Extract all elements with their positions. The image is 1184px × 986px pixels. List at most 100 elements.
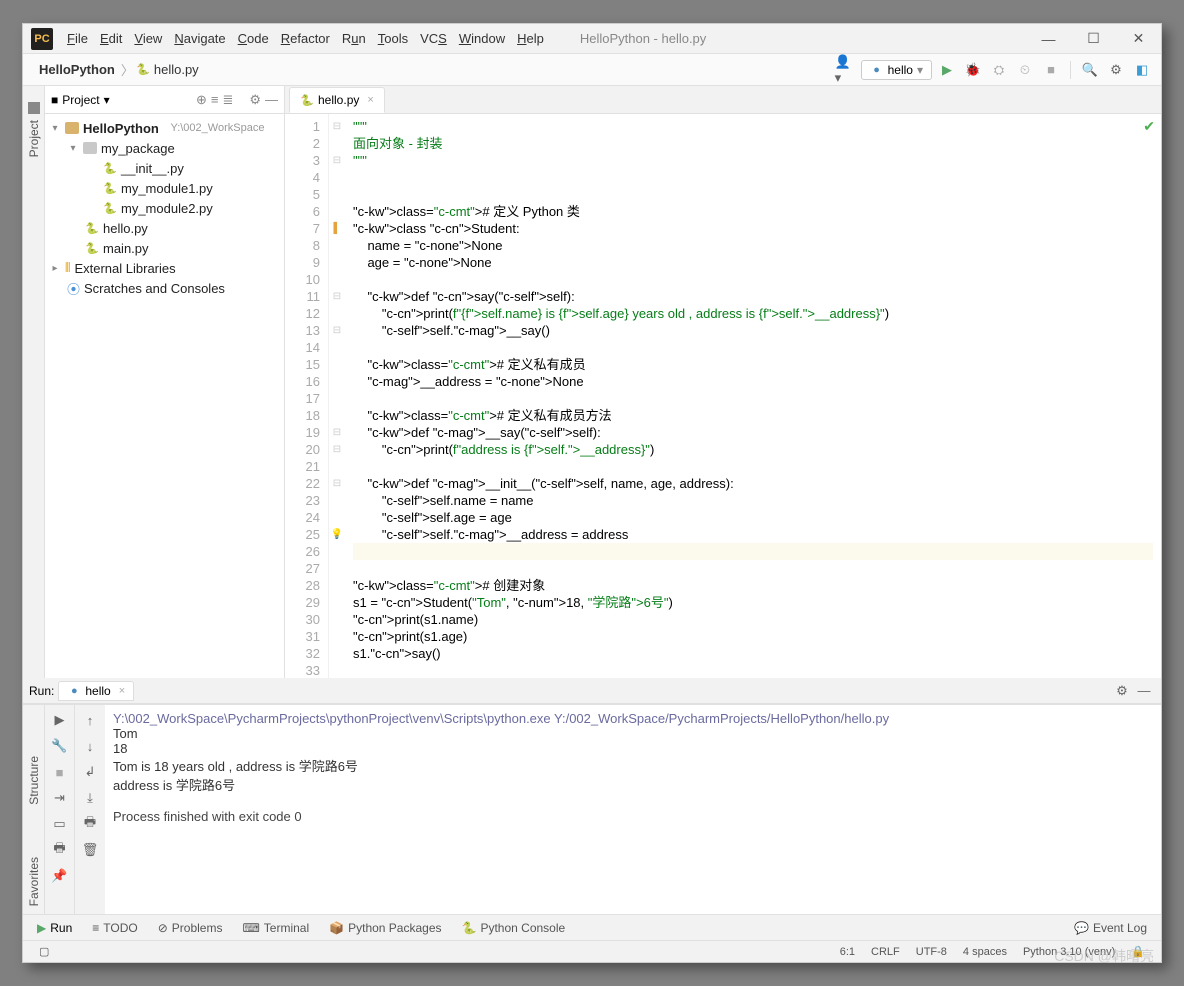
menu-edit[interactable]: Edit xyxy=(94,31,128,46)
tree-file[interactable]: 🐍my_module1.py xyxy=(45,178,284,198)
code-area[interactable]: ✔ 12345678910111213141516171819202122232… xyxy=(285,114,1161,678)
editor: 🐍 hello.py × ✔ 1234567891011121314151617… xyxy=(285,86,1161,678)
left-stripe-bottom: Structure Favorites xyxy=(23,705,45,914)
filter-icon[interactable]: ⇥ xyxy=(51,789,69,807)
navigation-bar: HelloPython 〉 🐍 hello.py 👤▾ ● hello ▾ ▶ … xyxy=(23,54,1161,86)
console-line: Tom xyxy=(113,726,1153,741)
menu-file[interactable]: File xyxy=(61,31,94,46)
project-view-selector[interactable]: ■ Project ▾ xyxy=(51,93,110,107)
down-icon[interactable]: ↓ xyxy=(81,737,99,755)
console-line: address is 学院路6号 xyxy=(113,775,1153,794)
clear-icon[interactable]: 🖶 xyxy=(81,815,99,833)
window-title: HelloPython - hello.py xyxy=(550,31,1026,46)
run-label: Run: xyxy=(29,684,54,698)
breadcrumb-root[interactable]: HelloPython xyxy=(35,62,119,77)
scroll-icon[interactable]: ⤓ xyxy=(81,789,99,807)
app-icon: PC xyxy=(31,28,53,50)
favorites-stripe-label[interactable]: Favorites xyxy=(27,857,41,906)
tree-extlib[interactable]: ▸⫴External Libraries xyxy=(45,258,284,278)
tree-root[interactable]: ▾HelloPython Y:\002_WorkSpace xyxy=(45,118,284,138)
stop-button[interactable]: ■ xyxy=(1040,59,1062,81)
tab-todo[interactable]: ≡TODO xyxy=(82,921,147,935)
menu-run[interactable]: Run xyxy=(336,31,372,46)
search-everywhere-button[interactable]: 🔍 xyxy=(1079,59,1101,81)
run-hide-icon[interactable]: — xyxy=(1133,680,1155,702)
user-icon[interactable]: 👤▾ xyxy=(835,59,857,81)
run-button[interactable]: ▶ xyxy=(936,59,958,81)
profile-button[interactable]: ⏲ xyxy=(1014,59,1036,81)
watermark: CSDN @韩曙亮 xyxy=(1054,946,1154,966)
stop-icon[interactable]: ■ xyxy=(51,763,69,781)
tab-terminal[interactable]: ⌨Terminal xyxy=(232,921,319,935)
project-panel: ■ Project ▾ ⊕ ≡ ≣ ⚙ — ▾HelloPython Y:\00… xyxy=(45,86,285,678)
gutter: 1234567891011121314151617181920212223242… xyxy=(285,114,329,678)
tree-file[interactable]: 🐍main.py xyxy=(45,238,284,258)
run-toolbar-2: ↑ ↓ ↲ ⤓ 🖶 🗑 xyxy=(75,705,105,914)
run-config-selector[interactable]: ● hello ▾ xyxy=(861,60,932,80)
trash-icon[interactable]: 🗑 xyxy=(81,841,99,859)
project-tool-icon[interactable] xyxy=(28,102,40,114)
tree-file[interactable]: 🐍hello.py xyxy=(45,218,284,238)
project-stripe-label[interactable]: Project xyxy=(27,120,41,157)
pin-icon[interactable]: 📌 xyxy=(51,867,69,885)
rerun-button[interactable]: ▶ xyxy=(51,711,69,729)
close-run-tab-icon[interactable]: × xyxy=(119,685,125,697)
status-encoding[interactable]: UTF-8 xyxy=(908,946,955,958)
menu-tools[interactable]: Tools xyxy=(372,31,414,46)
status-indent[interactable]: 4 spaces xyxy=(955,946,1015,958)
debug-button[interactable]: 🐞 xyxy=(962,59,984,81)
tree-file[interactable]: 🐍__init__.py xyxy=(45,158,284,178)
bottom-tool-tabs: ▶Run ≡TODO ⊘Problems ⌨Terminal 📦Python P… xyxy=(23,914,1161,940)
console-cmd: Y:\002_WorkSpace\PycharmProjects\pythonP… xyxy=(113,711,1153,726)
menu-window[interactable]: Window xyxy=(453,31,511,46)
close-tab-icon[interactable]: × xyxy=(367,94,373,106)
tree-file[interactable]: 🐍my_module2.py xyxy=(45,198,284,218)
toolbox-icon[interactable]: ◧ xyxy=(1131,59,1153,81)
close-button[interactable]: ✕ xyxy=(1116,24,1161,54)
editor-tabs: 🐍 hello.py × xyxy=(285,86,1161,114)
menu-refactor[interactable]: Refactor xyxy=(275,31,336,46)
tab-event-log[interactable]: 💬Event Log xyxy=(1064,921,1157,935)
wrench-icon[interactable]: 🔧 xyxy=(51,737,69,755)
gear-icon[interactable]: ⚙ xyxy=(249,92,261,108)
breadcrumb-file[interactable]: hello.py xyxy=(150,62,203,77)
analysis-ok-icon: ✔ xyxy=(1143,118,1155,135)
structure-stripe-label[interactable]: Structure xyxy=(27,756,41,805)
run-tab[interactable]: ● hello × xyxy=(58,681,134,701)
hide-icon[interactable]: — xyxy=(265,92,278,108)
console-line: Tom is 18 years old , address is 学院路6号 xyxy=(113,756,1153,775)
expand-all-icon[interactable]: ≡ xyxy=(211,92,219,108)
console-line: 18 xyxy=(113,741,1153,756)
print-icon[interactable]: 🖶 xyxy=(51,841,69,859)
code-content[interactable]: """面向对象 - 封装""""c-kw">class="c-cmt"># 定义… xyxy=(345,114,1161,678)
tree-pkg[interactable]: ▾my_package xyxy=(45,138,284,158)
editor-tab-label: hello.py xyxy=(318,93,359,107)
maximize-button[interactable]: ☐ xyxy=(1071,24,1116,54)
status-tool-windows-icon[interactable]: ▢ xyxy=(31,945,57,958)
coverage-button[interactable]: ⛭ xyxy=(988,59,1010,81)
layout-icon[interactable]: ▭ xyxy=(51,815,69,833)
soft-wrap-icon[interactable]: ↲ xyxy=(81,763,99,781)
run-settings-icon[interactable]: ⚙ xyxy=(1111,680,1133,702)
menu-code[interactable]: Code xyxy=(232,31,275,46)
minimize-button[interactable]: — xyxy=(1026,24,1071,54)
menu-help[interactable]: Help xyxy=(511,31,550,46)
python-icon: ● xyxy=(67,684,81,698)
menu-navigate[interactable]: Navigate xyxy=(168,31,231,46)
locate-icon[interactable]: ⊕ xyxy=(196,92,207,108)
tab-python-console[interactable]: 🐍Python Console xyxy=(452,921,576,935)
tab-problems[interactable]: ⊘Problems xyxy=(148,921,233,935)
menu-view[interactable]: View xyxy=(128,31,168,46)
console-output[interactable]: Y:\002_WorkSpace\PycharmProjects\pythonP… xyxy=(105,705,1161,914)
up-icon[interactable]: ↑ xyxy=(81,711,99,729)
tab-run[interactable]: ▶Run xyxy=(27,921,82,935)
status-line-sep[interactable]: CRLF xyxy=(863,946,908,958)
tab-python-packages[interactable]: 📦Python Packages xyxy=(319,921,451,935)
collapse-all-icon[interactable]: ≣ xyxy=(222,92,233,108)
menu-vcs[interactable]: VCS xyxy=(414,31,453,46)
editor-tab-hello[interactable]: 🐍 hello.py × xyxy=(289,87,385,113)
status-caret-pos[interactable]: 6:1 xyxy=(832,946,863,958)
settings-button[interactable]: ⚙ xyxy=(1105,59,1127,81)
tree-scratches[interactable]: ⦿Scratches and Consoles xyxy=(45,278,284,298)
run-tab-label: hello xyxy=(85,684,110,698)
